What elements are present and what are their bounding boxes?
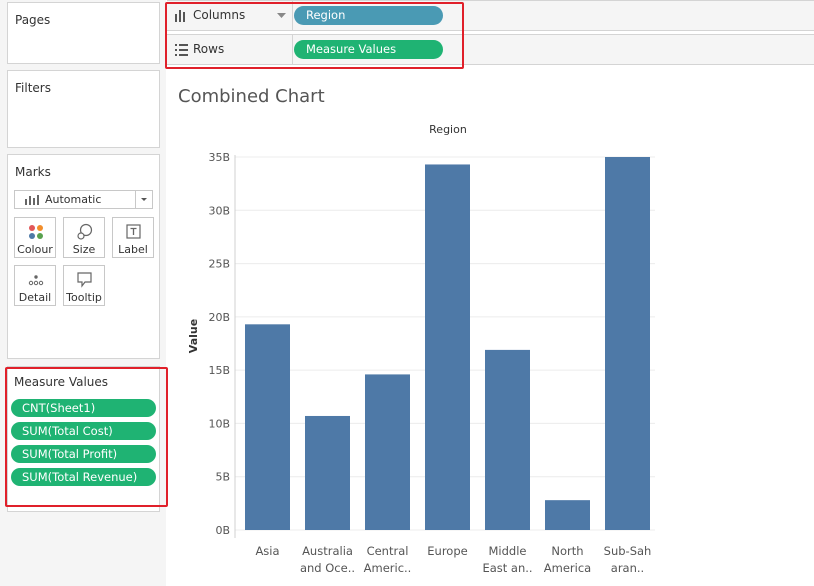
label-icon	[126, 224, 141, 239]
x-tick-label: and Oce..	[300, 561, 355, 575]
x-tick-label: aran..	[611, 561, 644, 575]
mark-type-dropdown[interactable]: Automatic	[14, 190, 153, 209]
size-button[interactable]: Size	[63, 217, 105, 258]
y-tick-label: 35B	[208, 151, 230, 164]
detail-button[interactable]: Detail	[14, 265, 56, 306]
marks-title: Marks	[15, 165, 51, 179]
y-axis-label: Value	[187, 319, 200, 353]
tooltip-button[interactable]: Tooltip	[63, 265, 105, 306]
filters-title: Filters	[15, 81, 51, 95]
x-tick-label: America	[544, 561, 591, 575]
detail-icon	[28, 275, 44, 286]
y-tick-label: 5B	[215, 471, 230, 484]
left-panel: Pages Filters Marks Automatic Colour Siz…	[0, 0, 166, 586]
detail-label: Detail	[18, 291, 52, 304]
chevron-down-icon[interactable]	[135, 191, 152, 208]
x-tick-label: Asia	[255, 544, 279, 558]
x-tick-label: Middle	[489, 544, 527, 558]
y-tick-label: 30B	[208, 204, 230, 217]
region-pill[interactable]: Region	[294, 6, 443, 25]
filters-card[interactable]: Filters	[7, 70, 160, 148]
columns-shelf[interactable]: Columns Region	[167, 0, 814, 31]
bar-chart: Region 0B 5B 10B 15B 20B 25B 30B 35B Value Asia Aus…	[187, 123, 655, 575]
pages-title: Pages	[15, 13, 51, 27]
measure-values-title: Measure Values	[14, 375, 109, 389]
tooltip-label: Tooltip	[66, 291, 102, 304]
shelf-divider	[292, 1, 293, 30]
x-tick-label: Australia	[302, 544, 353, 558]
bar[interactable]	[425, 164, 470, 530]
bar[interactable]	[485, 349, 530, 530]
rows-shelf[interactable]: Rows Measure Values	[167, 34, 814, 65]
tooltip-icon	[77, 272, 92, 288]
marks-card: Marks Automatic Colour Size Label Detail…	[7, 154, 160, 359]
x-tick-label: East an..	[482, 561, 532, 575]
mark-type-value: Automatic	[45, 193, 102, 206]
size-icon	[77, 223, 93, 240]
measure-pill[interactable]: SUM(Total Revenue)	[11, 468, 156, 486]
y-tick-label: 10B	[208, 417, 230, 430]
measure-pill[interactable]: CNT(Sheet1)	[11, 399, 156, 417]
colour-button[interactable]: Colour	[14, 217, 56, 258]
colour-icon	[29, 225, 43, 239]
pages-card: Pages	[7, 2, 160, 64]
columns-label: Columns	[193, 8, 246, 22]
y-tick-label: 20B	[208, 311, 230, 324]
x-tick-label: Central	[367, 544, 409, 558]
chevron-down-icon[interactable]	[277, 13, 286, 19]
bar[interactable]	[365, 374, 410, 530]
bar[interactable]	[605, 157, 650, 530]
rows-label: Rows	[193, 42, 225, 56]
bar[interactable]	[245, 324, 290, 530]
label-button[interactable]: Label	[112, 217, 154, 258]
label-label: Label	[118, 243, 148, 256]
shelf-divider	[292, 35, 293, 64]
x-tick-label: Europe	[427, 544, 467, 558]
x-tick-label: Americ..	[364, 561, 412, 575]
chart-title: Combined Chart	[178, 86, 325, 107]
column-header: Region	[429, 123, 467, 136]
measure-pill[interactable]: SUM(Total Profit)	[11, 445, 156, 463]
y-tick-label: 25B	[208, 258, 230, 271]
measure-values-pill[interactable]: Measure Values	[294, 40, 443, 59]
bar[interactable]	[305, 415, 350, 530]
x-tick-label: North	[551, 544, 583, 558]
size-label: Size	[72, 243, 96, 256]
y-tick-label: 15B	[208, 364, 230, 377]
rows-icon	[175, 44, 188, 56]
measure-pill[interactable]: SUM(Total Cost)	[11, 422, 156, 440]
colour-label: Colour	[17, 243, 53, 256]
x-tick-label: Sub-Sah	[604, 544, 652, 558]
bar[interactable]	[545, 500, 590, 530]
bar-chart-icon	[25, 195, 39, 205]
y-tick-label: 0B	[215, 524, 230, 537]
columns-icon	[175, 10, 185, 22]
